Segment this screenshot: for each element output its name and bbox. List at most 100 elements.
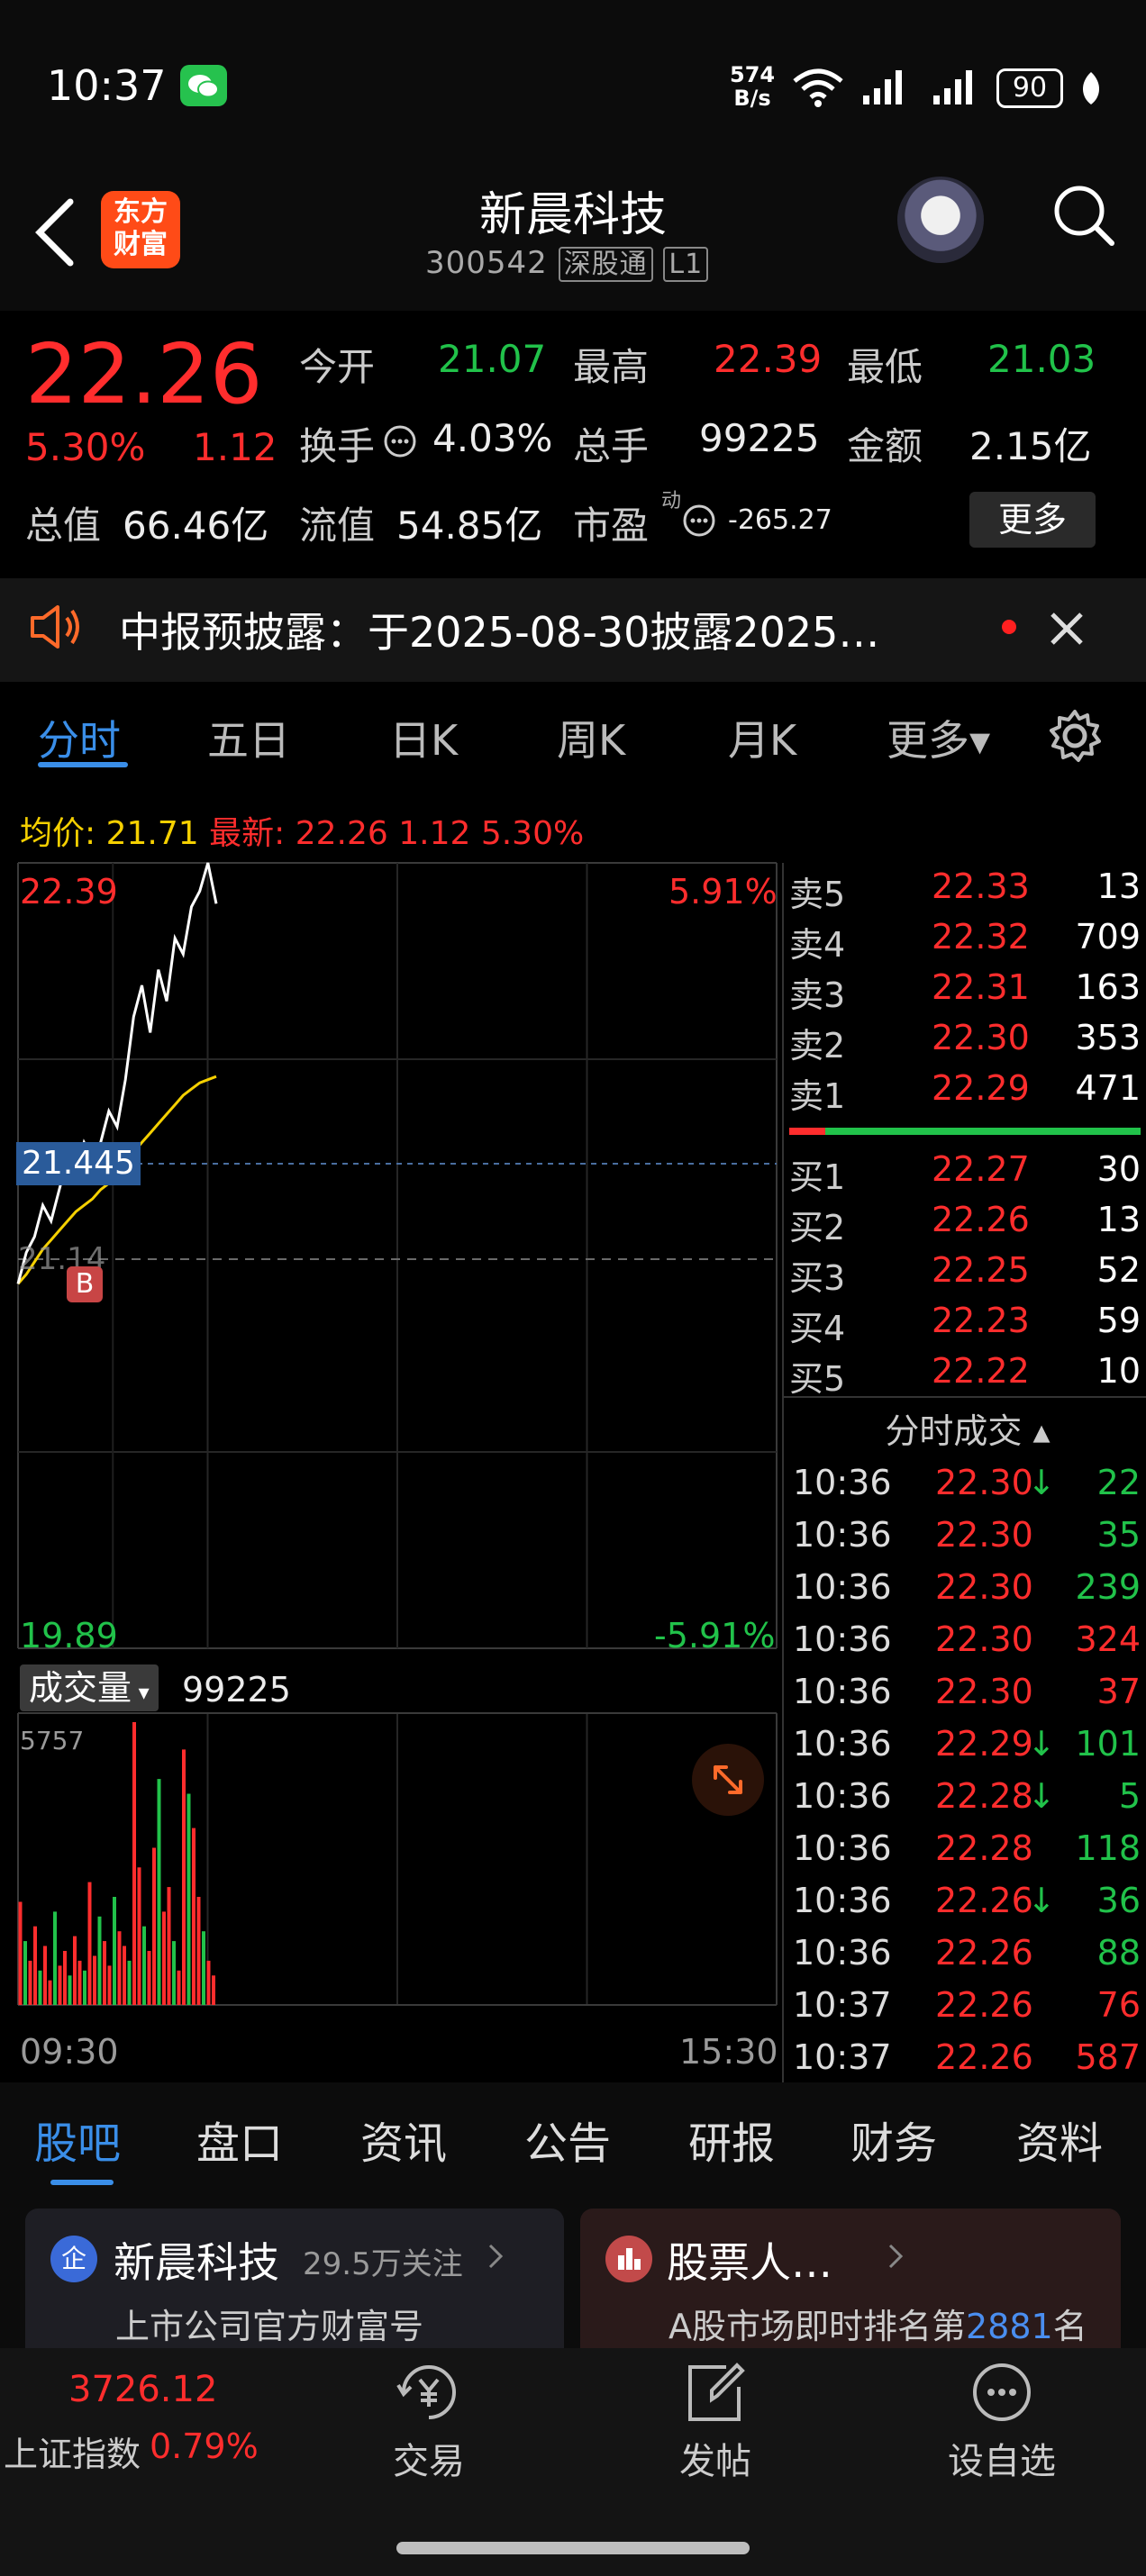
tab-guba[interactable]: 股吧 (34, 2108, 121, 2171)
ask-row[interactable]: 卖5 22.33 13 (789, 866, 1141, 917)
bid-row[interactable]: 买5 22.22 10 (789, 1351, 1141, 1401)
ask-label: 卖1 (789, 1076, 846, 1116)
amount-label: 金额 (847, 424, 923, 468)
volume-bar (192, 1828, 196, 2005)
volume-bar (87, 1882, 92, 2005)
bid-volume: 10 (1096, 1351, 1141, 1391)
trade-row: 10:36 22.28 118 (789, 1828, 1141, 1881)
bid-row[interactable]: 买4 22.23 59 (789, 1301, 1141, 1351)
assistant-robot-icon[interactable] (897, 177, 984, 263)
bid-label: 买1 (789, 1157, 846, 1197)
current-price: 22.26 (25, 326, 263, 422)
bid-row[interactable]: 买1 22.27 30 (789, 1149, 1141, 1200)
index-percent[interactable]: 0.79% (150, 2426, 259, 2466)
tab-research[interactable]: 研报 (688, 2108, 775, 2171)
tab-daily-k[interactable]: 日K (389, 708, 458, 767)
trade-volume: 76 (1096, 1985, 1141, 2025)
pe-info-icon[interactable] (681, 503, 717, 542)
close-icon[interactable] (1047, 609, 1087, 652)
battery-level: 90 (996, 68, 1063, 108)
trade-row: 10:36 22.26 ↓ 36 (789, 1881, 1141, 1933)
volume-bar (196, 1897, 201, 2005)
watchlist-label[interactable]: 设自选 (930, 2432, 1074, 2484)
index-value[interactable]: 3726.12 (68, 2369, 217, 2410)
tab-monthly-k[interactable]: 月K (728, 708, 796, 767)
volume-selector[interactable]: 成交量 ▾ (20, 1664, 159, 1711)
trade-volume: 22 (1096, 1463, 1141, 1502)
volume-bar (167, 1887, 171, 2005)
trade-volume: 37 (1096, 1672, 1141, 1711)
settings-gear-icon[interactable] (1047, 708, 1103, 767)
ask-row[interactable]: 卖3 22.31 163 (789, 967, 1141, 1018)
turnover-info-icon[interactable] (382, 423, 418, 463)
ask-row[interactable]: 卖4 22.32 709 (789, 917, 1141, 967)
watchlist-add-icon[interactable] (968, 2358, 1036, 2430)
ranking-card-subtitle: A股市场即时排名第2881名 (668, 2299, 1087, 2348)
pe-value: -265.27 (728, 504, 832, 536)
ask-row[interactable]: 卖1 22.29 471 (789, 1068, 1141, 1119)
network-speed: 574 B/s (730, 63, 775, 110)
latest-label: 最新: (209, 815, 286, 852)
tab-finance[interactable]: 财务 (850, 2108, 937, 2171)
tab-announcements[interactable]: 公告 (524, 2108, 611, 2171)
tab-weekly-k[interactable]: 周K (557, 708, 625, 767)
trades-title[interactable]: 分时成交 ▴ (789, 1403, 1146, 1453)
bid-price: 22.26 (932, 1200, 1030, 1239)
signal-icon-1 (861, 67, 912, 110)
index-name[interactable]: 上证指数 (4, 2426, 141, 2476)
ask-price: 22.30 (932, 1018, 1030, 1057)
trade-volume: 587 (1075, 2037, 1141, 2077)
ask-volume: 709 (1075, 917, 1141, 957)
high-value: 22.39 (714, 337, 823, 381)
trade-volume: 5 (1118, 1776, 1141, 1816)
more-button[interactable]: 更多 (969, 492, 1096, 548)
bid-label: 买3 (789, 1258, 846, 1298)
latest-percent: 5.30% (480, 815, 585, 852)
dropdown-caret-icon: ▾ (132, 1680, 150, 1705)
low-value: 21.03 (987, 337, 1096, 381)
trade-volume: 36 (1096, 1881, 1141, 1920)
trade-label[interactable]: 交易 (357, 2432, 501, 2484)
trade-row: 10:36 22.30 37 (789, 1672, 1141, 1724)
trade-price: 22.26 (935, 2037, 1033, 2077)
trade-volume: 324 (1075, 1619, 1141, 1659)
level-tag: L1 (663, 247, 709, 282)
bid-row[interactable]: 买2 22.26 13 (789, 1200, 1141, 1250)
post-label[interactable]: 发帖 (643, 2432, 787, 2484)
volume-bar (123, 1946, 126, 2005)
latest-value: 22.26 (295, 815, 388, 852)
ask-row[interactable]: 卖2 22.30 353 (789, 1018, 1141, 1068)
trade-yen-icon[interactable] (393, 2358, 465, 2430)
volume-bar (33, 1926, 37, 2005)
trade-row: 10:37 22.26 76 (789, 1985, 1141, 2037)
tab-intraday[interactable]: 分时 (38, 708, 121, 767)
turnover-label: 换手 (299, 424, 376, 468)
signal-icon-2 (932, 67, 982, 110)
post-edit-icon[interactable] (681, 2360, 750, 2430)
volume-bar (23, 1941, 27, 2005)
ask-price: 22.32 (932, 917, 1030, 957)
ask-label: 卖5 (789, 875, 846, 914)
open-label: 今开 (299, 345, 376, 389)
tab-five-day[interactable]: 五日 (207, 708, 290, 767)
trade-row: 10:36 22.26 88 (789, 1933, 1141, 1985)
volume-total: 99225 (182, 1670, 291, 1710)
intraday-chart[interactable] (0, 856, 780, 2045)
volume-bar (177, 1970, 181, 2005)
ask-label: 卖4 (789, 925, 846, 965)
volume-bar (152, 1847, 156, 2005)
volume-bar (212, 1975, 215, 2005)
search-icon[interactable] (1050, 182, 1117, 252)
notice-text[interactable]: 中报预披露：于2025-08-30披露2025… (119, 600, 879, 659)
tab-profile[interactable]: 资料 (1016, 2108, 1103, 2171)
tab-news[interactable]: 资讯 (360, 2108, 447, 2171)
tab-more[interactable]: 更多▾ (887, 708, 990, 767)
bid-row[interactable]: 买3 22.25 52 (789, 1250, 1141, 1301)
unread-dot (1002, 620, 1016, 634)
tab-pankou[interactable]: 盘口 (196, 2108, 283, 2171)
open-value: 21.07 (438, 337, 547, 381)
wifi-icon (791, 65, 845, 112)
expand-icon[interactable] (692, 1744, 764, 1816)
home-indicator[interactable] (396, 2542, 750, 2554)
buy-marker[interactable]: B (67, 1266, 103, 1302)
